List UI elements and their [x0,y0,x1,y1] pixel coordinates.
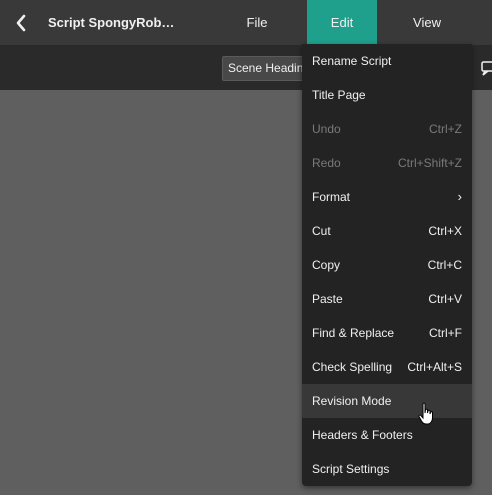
menu-item-shortcut: Ctrl+F [429,326,462,340]
menu-item-label: Check Spelling [312,360,393,374]
menu-item-label: Cut [312,224,331,238]
menu-item-label: Rename Script [312,54,392,68]
menu-item-find-replace[interactable]: Find & Replace Ctrl+F [302,316,472,350]
menu-item-format[interactable]: Format › [302,180,472,214]
menu-item-label: Paste [312,292,343,306]
edit-menu-dropdown: Rename Script Title Page Undo Ctrl+Z Redo Ctr… [302,44,472,486]
menu-item-label: Undo [312,122,341,136]
menu-item-paste[interactable]: Paste Ctrl+V [302,282,472,316]
menu-item-undo[interactable]: Undo Ctrl+Z [302,112,472,146]
edit-menu-tab[interactable]: Edit [307,0,377,45]
chevron-left-icon [16,14,26,32]
menu-item-label: Script Settings [312,462,390,476]
view-menu-tab[interactable]: View [384,0,470,45]
menu-item-label: Find & Replace [312,326,395,340]
comment-icon[interactable] [478,59,492,79]
top-menubar: Script SpongyRob… File Edit View [0,0,492,45]
menu-item-shortcut: Ctrl+X [428,224,462,238]
hand-pointer-icon [418,402,433,425]
menu-item-rename-script[interactable]: Rename Script [302,44,472,78]
menu-item-shortcut: Ctrl+C [427,258,462,272]
menu-item-copy[interactable]: Copy Ctrl+C [302,248,472,282]
menu-item-label: Revision Mode [312,394,392,408]
back-button[interactable] [8,10,34,36]
menu-item-label: Title Page [312,88,366,102]
menu-item-label: Headers & Footers [312,428,413,442]
menu-item-label: Redo [312,156,341,170]
menu-item-shortcut: Ctrl+Alt+S [407,360,462,374]
menu-item-cut[interactable]: Cut Ctrl+X [302,214,472,248]
menu-item-revision-mode[interactable]: Revision Mode [302,384,472,418]
menu-item-redo[interactable]: Redo Ctrl+Shift+Z [302,146,472,180]
menu-item-script-settings[interactable]: Script Settings [302,452,472,486]
menu-item-shortcut: Ctrl+Z [429,122,462,136]
menu-item-label: Copy [312,258,341,272]
menu-item-shortcut: Ctrl+Shift+Z [397,156,462,170]
menu-item-headers-footers[interactable]: Headers & Footers [302,418,472,452]
document-title[interactable]: Script SpongyRob… [48,0,174,45]
menu-item-check-spelling[interactable]: Check Spelling Ctrl+Alt+S [302,350,472,384]
menu-item-title-page[interactable]: Title Page [302,78,472,112]
chevron-right-icon: › [457,189,462,204]
menu-item-label: Format [312,190,351,204]
file-menu-tab[interactable]: File [216,0,298,45]
menu-item-shortcut: Ctrl+V [428,292,462,306]
